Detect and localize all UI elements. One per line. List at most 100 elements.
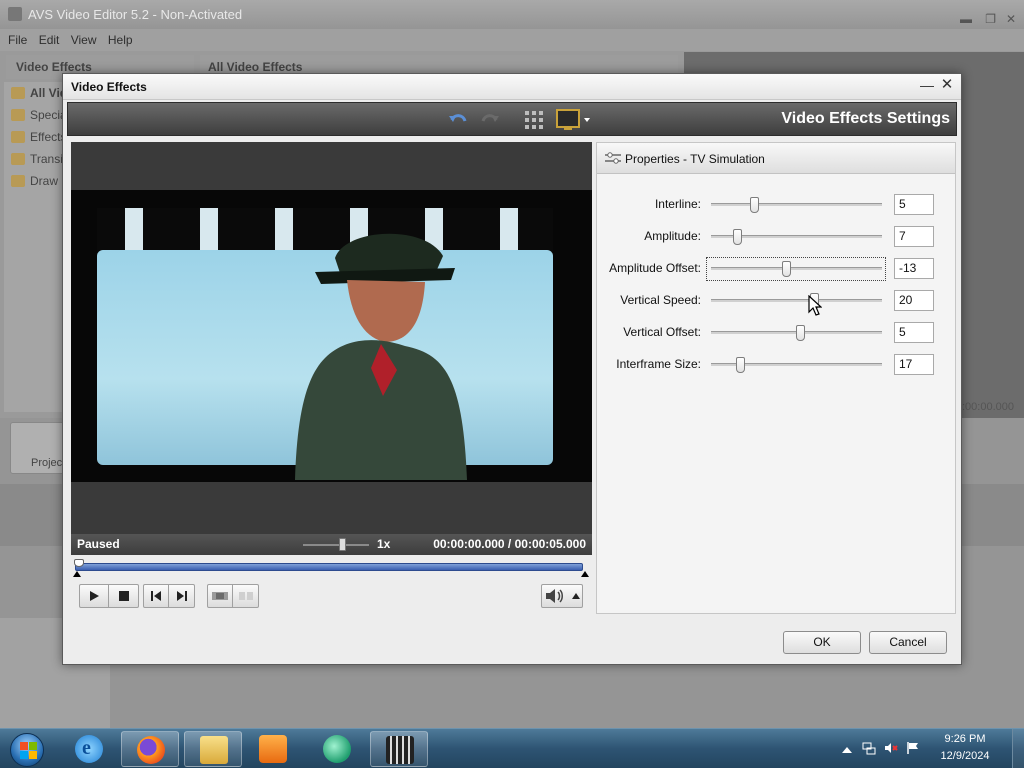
amplitude-offset-value-field[interactable]: -13 <box>894 258 934 279</box>
volume-up-arrow-icon <box>572 593 580 599</box>
mouse-cursor-icon <box>808 295 822 316</box>
background-app-title: AVS Video Editor 5.2 - Non-Activated <box>28 7 243 22</box>
volume-control[interactable] <box>541 584 583 608</box>
project-button[interactable]: Project <box>10 422 66 474</box>
background-effects-list: All Vid Special Effects Transit Draw <box>4 82 64 412</box>
amplitude-offset-row: Amplitude Offset: -13 <box>597 257 955 281</box>
menu-help[interactable]: Help <box>108 29 133 51</box>
volume-icon <box>546 589 563 603</box>
undo-icon[interactable] <box>446 108 470 132</box>
play-icon <box>90 591 99 601</box>
show-desktop-button[interactable] <box>1012 729 1024 768</box>
internet-explorer-icon: e <box>75 735 103 763</box>
interframe-size-slider-thumb[interactable] <box>736 357 746 373</box>
interline-label: Interline: <box>654 197 701 211</box>
list-item[interactable]: Effects <box>4 126 64 148</box>
clock-time: 9:26 PM <box>944 733 986 745</box>
speed-slider[interactable] <box>303 538 369 551</box>
logo-quadrant <box>20 742 28 750</box>
navigation-group <box>143 584 195 608</box>
browser-icon <box>323 735 351 763</box>
toolbar-heading: Video Effects Settings <box>781 110 950 127</box>
timecode: 00:00:00.000 / 00:00:05.000 <box>433 537 586 551</box>
amplitude-slider[interactable] <box>711 229 882 245</box>
list-item[interactable]: Transit <box>4 148 64 170</box>
seek-start-marker[interactable] <box>73 571 81 577</box>
dialog-toolbar: Video Effects Settings <box>67 102 957 136</box>
seek-thumb[interactable] <box>74 559 84 567</box>
network-icon[interactable] <box>862 741 876 755</box>
close-icon[interactable]: ✕ <box>939 77 955 93</box>
firefox-icon <box>137 736 165 764</box>
stop-button[interactable] <box>109 585 138 607</box>
vertical-offset-label: Vertical Offset: <box>623 325 701 339</box>
list-item[interactable]: All Vid <box>4 82 64 104</box>
stop-icon <box>118 591 129 601</box>
folder-icon <box>200 736 228 764</box>
logo-quadrant <box>20 751 28 759</box>
amplitude-offset-slider[interactable] <box>711 261 882 277</box>
start-button[interactable] <box>4 730 50 768</box>
interframe-size-label: Interframe Size: <box>616 357 701 371</box>
cancel-button[interactable]: Cancel <box>869 631 947 654</box>
vertical-offset-row: Vertical Offset: 5 <box>597 321 955 345</box>
interline-row: Interline: 5 <box>597 193 955 217</box>
redo-icon[interactable] <box>478 108 502 132</box>
menu-file[interactable]: File <box>8 29 27 51</box>
video-frame <box>71 190 592 482</box>
taskbar-browser[interactable] <box>308 731 366 767</box>
vertical-speed-slider[interactable] <box>711 293 882 309</box>
play-stop-group <box>79 584 139 608</box>
taskbar-media-player[interactable] <box>244 731 302 767</box>
taskbar-file-explorer[interactable] <box>184 731 242 767</box>
volume-muted-icon[interactable] <box>884 741 898 755</box>
interframe-size-value-field[interactable]: 17 <box>894 354 934 375</box>
amplitude-slider-thumb[interactable] <box>732 229 742 245</box>
menu-view[interactable]: View <box>71 29 97 51</box>
taskbar-firefox[interactable] <box>121 731 179 767</box>
list-item[interactable]: Draw <box>4 170 64 192</box>
taskbar-internet-explorer[interactable]: e <box>60 731 118 767</box>
video-preview <box>71 142 592 534</box>
properties-header: Properties - TV Simulation <box>597 143 955 174</box>
play-button[interactable] <box>80 585 109 607</box>
properties-title: Properties - TV Simulation <box>625 152 765 166</box>
minimize-icon[interactable]: — <box>919 77 935 93</box>
grid-view-icon[interactable] <box>522 108 546 132</box>
system-tray: 9:26 PM 12/9/2024 <box>834 729 1024 768</box>
view-mode-group <box>207 584 259 608</box>
vertical-speed-value-field[interactable]: 20 <box>894 290 934 311</box>
interline-slider[interactable] <box>711 197 882 213</box>
dialog-title: Video Effects <box>71 80 147 94</box>
menu-edit[interactable]: Edit <box>39 29 60 51</box>
seek-end-marker[interactable] <box>581 571 589 577</box>
single-view-icon <box>212 592 228 600</box>
amplitude-value-field[interactable]: 7 <box>894 226 934 247</box>
interframe-size-slider[interactable] <box>711 357 882 373</box>
speed-slider-thumb[interactable] <box>338 538 346 551</box>
show-hidden-icons-icon[interactable] <box>842 743 852 757</box>
interline-slider-thumb[interactable] <box>749 197 759 213</box>
taskbar-avs-video-editor[interactable] <box>370 731 428 767</box>
properties-panel: Properties - TV Simulation Interline: 5 … <box>596 142 956 614</box>
interline-value-field[interactable]: 5 <box>894 194 934 215</box>
action-center-flag-icon[interactable] <box>906 741 920 755</box>
film-strip-icon <box>386 736 414 764</box>
previous-frame-button[interactable] <box>144 585 169 607</box>
vertical-offset-slider[interactable] <box>711 325 882 341</box>
list-item[interactable]: Special <box>4 104 64 126</box>
vertical-offset-slider-thumb[interactable] <box>795 325 805 341</box>
single-view-button[interactable] <box>208 585 233 607</box>
preview-mode-icon[interactable] <box>556 108 592 132</box>
clock[interactable]: 9:26 PM 12/9/2024 <box>930 731 1000 765</box>
speed-label: 1x <box>377 537 391 551</box>
skip-back-icon <box>151 591 161 601</box>
amplitude-offset-slider-thumb[interactable] <box>782 261 792 277</box>
vertical-offset-value-field[interactable]: 5 <box>894 322 934 343</box>
video-subject <box>295 233 467 480</box>
split-view-button[interactable] <box>233 585 258 607</box>
seek-bar[interactable] <box>75 563 583 571</box>
next-frame-button[interactable] <box>169 585 194 607</box>
playback-status: Paused <box>77 537 120 551</box>
ok-button[interactable]: OK <box>783 631 861 654</box>
